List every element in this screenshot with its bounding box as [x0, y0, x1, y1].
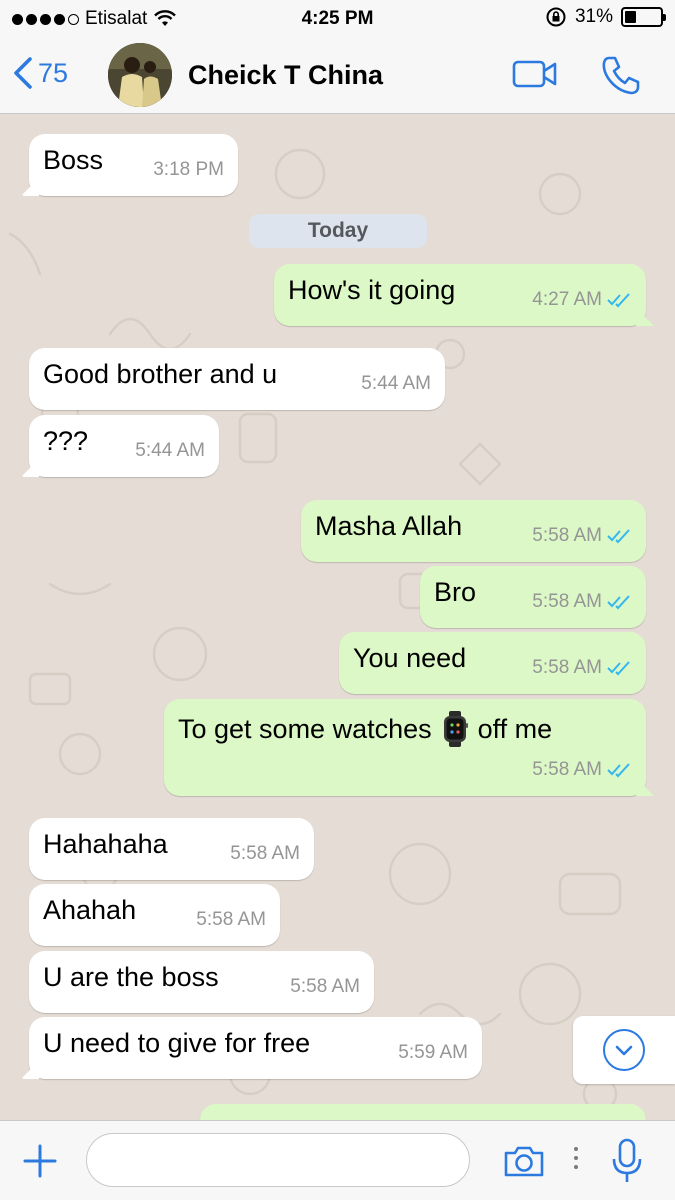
message-meta: 5:44 AM [361, 368, 431, 400]
message-meta: 3:18 PM [153, 154, 224, 186]
scroll-to-bottom-button[interactable] [573, 1016, 675, 1084]
message-time: 5:58 AM [532, 759, 602, 780]
message-meta: 5:58 AM [196, 904, 266, 936]
message-time: 5:44 AM [361, 373, 431, 394]
contact-avatar[interactable] [108, 43, 172, 107]
message-time: 4:27 AM [532, 289, 602, 310]
message-bubble-outgoing[interactable]: To get some watches off me 5:58 AM [164, 699, 646, 796]
message-text: Good brother and u [43, 359, 278, 389]
message-bubble-incoming[interactable]: Ahahah 5:58 AM [29, 884, 280, 946]
camera-button[interactable] [502, 1143, 546, 1184]
message-text: Ahahah [43, 895, 137, 925]
video-camera-icon [512, 60, 557, 88]
message-bubble-incoming[interactable]: Boss 3:18 PM [29, 134, 238, 196]
battery-percent: 31% [574, 6, 613, 27]
camera-icon [504, 1146, 544, 1177]
chevron-left-icon [14, 57, 32, 89]
status-bar: Etisalat 4:25 PM 31% [0, 0, 675, 38]
back-button[interactable]: 75 [12, 56, 68, 90]
chat-area[interactable]: Boss 3:18 PM Today How's it going 4:27 A… [0, 114, 675, 1120]
unread-chats-count: 75 [38, 57, 69, 88]
message-text: You need [353, 643, 467, 673]
read-receipt-icon [607, 763, 630, 778]
message-text: How's it going [288, 275, 456, 305]
message-meta: 5:59 AM [398, 1037, 468, 1069]
message-meta: 5:58 AM [532, 652, 632, 684]
video-call-button[interactable] [512, 59, 558, 94]
read-receipt-icon [607, 529, 630, 544]
message-input[interactable] [86, 1133, 470, 1187]
message-bubble-incoming[interactable]: ??? 5:44 AM [29, 415, 219, 477]
read-receipt-icon [607, 293, 630, 308]
message-input-bar [0, 1120, 675, 1200]
message-text: Boss [43, 145, 104, 175]
message-time: 5:58 AM [196, 909, 266, 930]
message-time: 5:44 AM [135, 440, 205, 461]
message-meta: 5:58 AM [532, 754, 632, 786]
battery-icon [621, 7, 666, 27]
voice-message-button[interactable] [610, 1137, 644, 1190]
message-meta: 5:58 AM [532, 520, 632, 552]
watch-icon [443, 711, 468, 747]
plus-icon [23, 1144, 57, 1178]
message-bubble-outgoing[interactable]: Masha Allah 5:58 AM [301, 500, 646, 562]
message-bubble-outgoing[interactable]: You need 5:58 AM [339, 632, 646, 694]
message-meta: 5:58 AM [230, 838, 300, 870]
message-meta: 5:58 AM [532, 586, 632, 618]
message-meta: 4:27 AM [532, 284, 632, 316]
message-meta: 5:58 AM [290, 971, 360, 1003]
status-right: 31% [545, 6, 666, 28]
read-receipt-icon [607, 661, 630, 676]
message-text: Bro [434, 577, 477, 607]
message-time: 5:58 AM [290, 976, 360, 997]
contact-name[interactable]: Cheick T China [188, 60, 383, 91]
message-text: To get some watches off me [178, 711, 632, 747]
message-time: 3:18 PM [153, 159, 224, 180]
read-receipt-icon [607, 595, 630, 610]
message-text: Masha Allah [315, 511, 463, 541]
message-bubble-outgoing[interactable]: How's it going 4:27 AM [274, 264, 646, 326]
phone-icon [602, 56, 640, 95]
message-bubble-incoming[interactable]: U need to give for free 5:59 AM [29, 1017, 482, 1079]
message-meta: 5:44 AM [135, 435, 205, 467]
message-time: 5:59 AM [398, 1042, 468, 1063]
date-separator: Today [249, 214, 427, 248]
message-bubble-incoming[interactable]: U are the boss 5:58 AM [29, 951, 374, 1013]
more-options-icon[interactable] [574, 1147, 578, 1169]
message-bubble-outgoing[interactable]: Bro 5:58 AM [420, 566, 646, 628]
chat-header: 75 Cheick T China [0, 38, 675, 114]
chevron-down-icon [603, 1029, 645, 1071]
message-time: 5:58 AM [230, 843, 300, 864]
message-bubble-incoming[interactable]: Good brother and u 5:44 AM [29, 348, 445, 410]
message-time: 5:58 AM [532, 525, 602, 546]
message-time: 5:58 AM [532, 657, 602, 678]
rotation-lock-icon [546, 7, 566, 27]
message-bubble-outgoing-partial[interactable] [200, 1104, 646, 1120]
message-text: ??? [43, 426, 89, 456]
message-time: 5:58 AM [532, 591, 602, 612]
message-bubble-incoming[interactable]: Hahahaha 5:58 AM [29, 818, 314, 880]
microphone-icon [612, 1138, 642, 1182]
attach-button[interactable] [22, 1143, 58, 1184]
message-text: U need to give for free [43, 1028, 311, 1058]
message-text: U are the boss [43, 962, 219, 992]
voice-call-button[interactable] [600, 54, 642, 101]
message-text: Hahahaha [43, 829, 168, 859]
